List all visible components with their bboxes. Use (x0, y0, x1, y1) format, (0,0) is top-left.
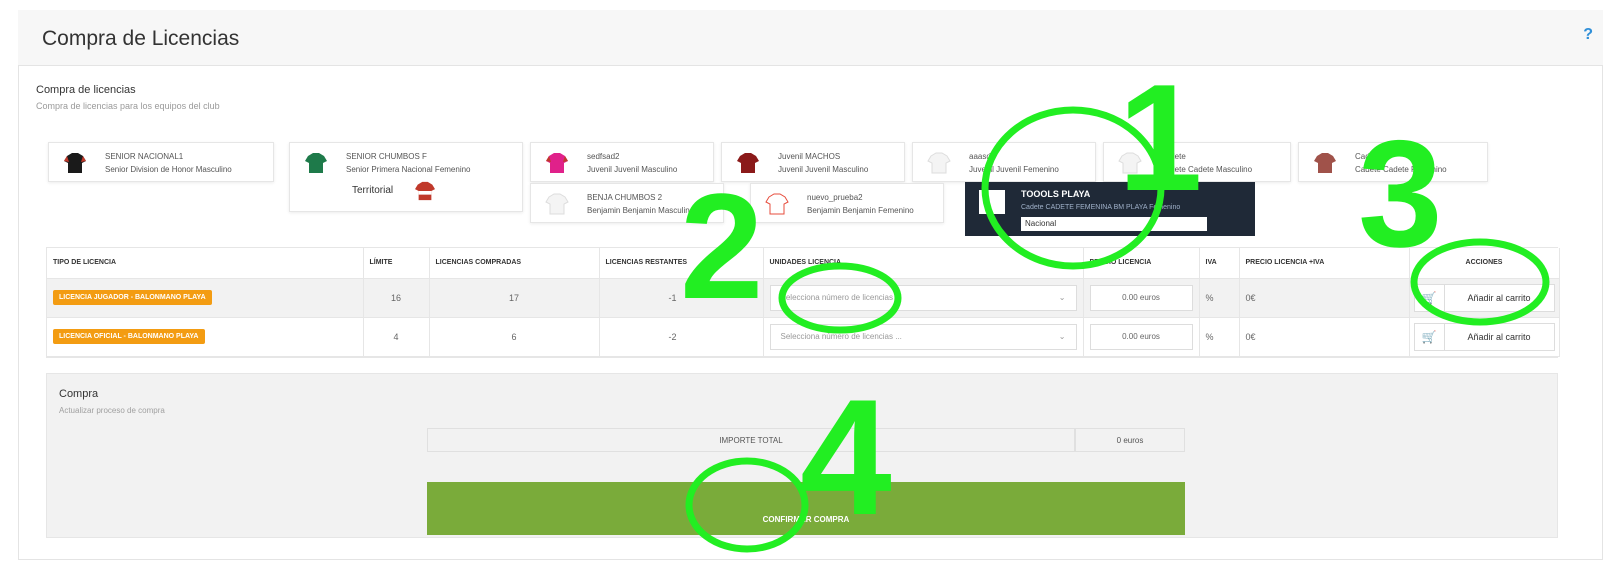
price-field: 0.00 euros (1089, 284, 1193, 311)
chevron-down-icon: ⌄ (1058, 292, 1066, 302)
purchase-title: Compra (59, 388, 99, 400)
team-card[interactable]: SENIOR CHUMBOS F Senior Primera Nacional… (289, 142, 523, 212)
shirt-icon (737, 153, 759, 173)
page-header: Compra de Licencias ? (18, 10, 1603, 66)
cart-icon[interactable]: 🛒 (1415, 323, 1445, 350)
purchase-panel: Compra Actualizar proceso de compra IMPO… (46, 373, 1558, 538)
bought-cell: 17 (429, 278, 600, 318)
confirm-purchase-button[interactable]: CONFIRMAR COMPRA (427, 482, 1185, 535)
team-name: nuevo_prueba2 (807, 193, 863, 202)
purchase-subtitle: Actualizar proceso de compra (59, 406, 165, 415)
select-placeholder: Selecciona número de licencias ... (780, 331, 902, 341)
team-category: Cadete Cadete Femenino (1355, 165, 1447, 174)
popup-team-name: TOOOLS PLAYA (1021, 189, 1091, 199)
remaining-cell: -1 (599, 278, 764, 318)
select-placeholder: Selecciona número de licencias ... (780, 292, 902, 302)
column-header: TIPO DE LICENCIA (47, 248, 364, 279)
team-category: Juvenil Juvenil Masculino (778, 165, 869, 174)
team-dropdown-popup[interactable]: TOOOLS PLAYA Cadete CADETE FEMENINA BM P… (965, 182, 1255, 236)
shirt-icon (415, 181, 435, 201)
shirt-icon (545, 193, 569, 215)
territorial-label: Territorial (352, 185, 394, 196)
column-header: LICENCIAS COMPRADAS (429, 248, 600, 279)
shirt-icon (1314, 153, 1336, 173)
page-title: Compra de Licencias (42, 27, 240, 50)
team-card[interactable]: Juvenil MACHOS Juvenil Juvenil Masculino (721, 142, 905, 182)
team-name: aaasd (969, 152, 991, 161)
table-row: LICENCIA OFICIAL - BALONMANO PLAYA 4 6 -… (47, 317, 1560, 357)
team-card[interactable]: Cadete Cadete Cadete Femenino (1298, 142, 1488, 182)
shirt-icon (765, 193, 789, 215)
team-category: Senior Division de Honor Masculino (105, 165, 232, 174)
column-header: PRECIO LICENCIA +IVA (1239, 248, 1410, 279)
team-card[interactable]: Cadete Cadete Cadete Masculino (1103, 142, 1291, 182)
license-type-badge: LICENCIA JUGADOR - BALONMANO PLAYA (53, 290, 212, 305)
popup-select-option[interactable]: Nacional (1021, 217, 1207, 231)
team-name: BENJA CHUMBOS 2 (587, 193, 663, 202)
team-card[interactable]: BENJA CHUMBOS 2 Benjamin Benjamin Mascul… (530, 183, 724, 223)
team-category: Benjamin Benjamin Femenino (807, 206, 914, 215)
team-card[interactable]: nuevo_prueba2 Benjamin Benjamin Femenino (750, 183, 944, 223)
column-header: IVA (1199, 248, 1240, 279)
bought-cell: 6 (429, 317, 600, 357)
team-category: Benjamin Benjamin Masculino (587, 206, 695, 215)
team-card[interactable]: sedfsad2 Juvenil Juvenil Masculino (530, 142, 714, 182)
column-header: LÍMITE (363, 248, 430, 279)
price-iva-cell: 0€ (1239, 317, 1410, 357)
add-to-cart-button[interactable]: 🛒 Añadir al carrito (1413, 283, 1555, 312)
team-category: Cadete Cadete Masculino (1160, 165, 1253, 174)
chevron-down-icon: ⌄ (1058, 331, 1066, 341)
iva-cell: % (1199, 317, 1240, 357)
team-category: Senior Primera Nacional Femenino (346, 165, 471, 174)
column-header: UNIDADES LICENCIA (763, 248, 1084, 279)
limit-cell: 4 (363, 317, 430, 357)
team-name: SENIOR NACIONAL1 (105, 152, 184, 161)
shirt-icon (64, 153, 86, 173)
shirt-icon (979, 190, 1005, 214)
team-card[interactable]: SENIOR NACIONAL1 Senior Division de Hono… (48, 142, 274, 182)
iva-cell: % (1199, 278, 1240, 318)
team-name: sedfsad2 (587, 152, 620, 161)
license-units-select[interactable]: Selecciona número de licencias ... ⌄ (769, 323, 1077, 350)
limit-cell: 16 (363, 278, 430, 318)
shirt-icon (546, 153, 568, 173)
price-field: 0.00 euros (1089, 323, 1193, 350)
license-table: TIPO DE LICENCIA LÍMITE LICENCIAS COMPRA… (46, 247, 1560, 358)
add-to-cart-button[interactable]: 🛒 Añadir al carrito (1413, 322, 1555, 351)
team-name: Cadete (1160, 152, 1186, 161)
table-row: LICENCIA JUGADOR - BALONMANO PLAYA 16 17… (47, 278, 1560, 318)
team-name: SENIOR CHUMBOS F (346, 152, 427, 161)
shirt-icon (927, 152, 951, 174)
price-iva-cell: 0€ (1239, 278, 1410, 318)
total-value: 0 euros (1075, 428, 1185, 452)
add-to-cart-label[interactable]: Añadir al carrito (1445, 324, 1554, 350)
remaining-cell: -2 (599, 317, 764, 357)
team-category: Juvenil Juvenil Femenino (969, 165, 1059, 174)
total-label: IMPORTE TOTAL (427, 428, 1075, 452)
shirt-icon (1118, 152, 1142, 174)
team-name: Cadete (1355, 152, 1381, 161)
section-title: Compra de licencias (36, 84, 136, 96)
column-header: ACCIONES (1409, 248, 1560, 279)
column-header: LICENCIAS RESTANTES (599, 248, 764, 279)
section-subtitle: Compra de licencias para los equipos del… (36, 101, 220, 111)
column-header: PRECIO LICENCIA (1083, 248, 1200, 279)
question-icon[interactable]: ? (1583, 26, 1593, 44)
shirt-icon (305, 153, 327, 173)
add-to-cart-label[interactable]: Añadir al carrito (1445, 285, 1554, 311)
cart-icon[interactable]: 🛒 (1415, 284, 1445, 311)
team-category: Juvenil Juvenil Masculino (587, 165, 678, 174)
team-card[interactable]: aaasd Juvenil Juvenil Femenino (912, 142, 1096, 182)
team-name: Juvenil MACHOS (778, 152, 841, 161)
popup-team-category: Cadete CADETE FEMENINA BM PLAYA Femenino (1021, 204, 1181, 211)
license-units-select[interactable]: Selecciona número de licencias ... ⌄ (769, 284, 1077, 311)
license-type-badge: LICENCIA OFICIAL - BALONMANO PLAYA (53, 329, 205, 344)
